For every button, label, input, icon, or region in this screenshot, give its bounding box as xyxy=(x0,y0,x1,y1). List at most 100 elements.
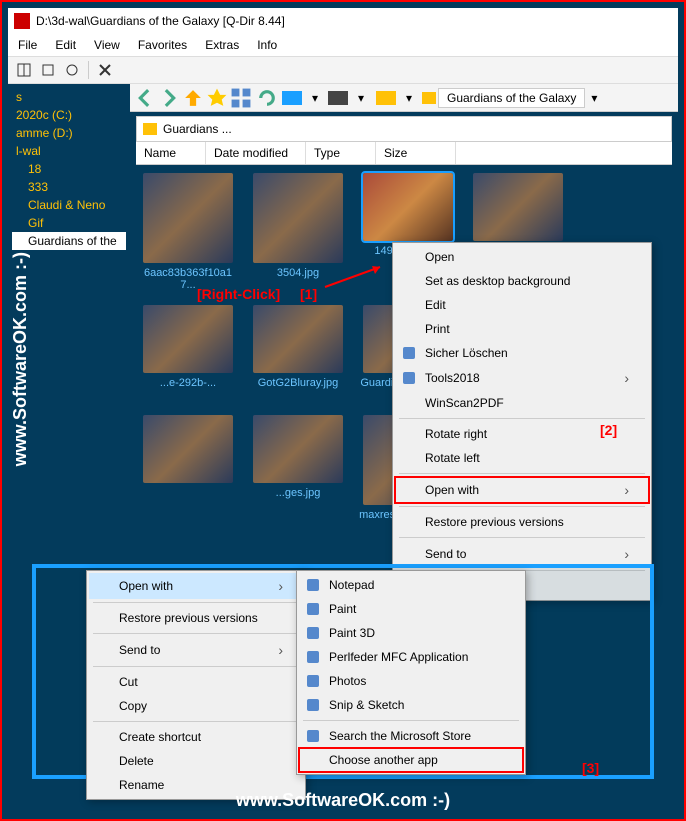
menu-item[interactable]: Send to xyxy=(89,637,303,663)
tree-item[interactable]: Claudi & Neno xyxy=(12,196,126,214)
menu-item[interactable]: Paint 3D xyxy=(299,621,523,645)
color-dark[interactable] xyxy=(328,91,348,105)
app-icon xyxy=(14,13,30,29)
tree-item[interactable]: 18 xyxy=(12,160,126,178)
folder-icon xyxy=(143,123,157,135)
thumbnail[interactable]: ...e-292b-... xyxy=(138,305,238,405)
menu-item[interactable]: Print xyxy=(395,317,649,341)
menu-item[interactable]: Tools2018 xyxy=(395,365,649,391)
menu-extras[interactable]: Extras xyxy=(205,38,239,52)
menu-item-label: Cut xyxy=(119,675,138,689)
menu-item-label: Restore previous versions xyxy=(425,515,564,529)
menu-item[interactable]: Copy xyxy=(89,694,303,718)
refresh-icon[interactable] xyxy=(256,87,278,109)
annotation-2: [2] xyxy=(600,422,617,438)
menu-favorites[interactable]: Favorites xyxy=(138,38,187,52)
menu-item[interactable]: Rotate left xyxy=(395,446,649,470)
menu-item[interactable]: Edit xyxy=(395,293,649,317)
menu-item-label: Print xyxy=(425,322,450,336)
dropdown-icon[interactable]: ▾ xyxy=(591,91,597,105)
annotation-1: [1] xyxy=(300,286,317,302)
menu-item[interactable]: Create shortcut xyxy=(89,725,303,749)
titlebar: D:\3d-wal\Guardians of the Galaxy [Q-Dir… xyxy=(8,8,678,34)
store-icon xyxy=(305,728,321,744)
menu-item-label: WinScan2PDF xyxy=(425,396,504,410)
menu-item-label: Copy xyxy=(119,699,147,713)
forward-icon[interactable] xyxy=(158,87,180,109)
color-yellow[interactable] xyxy=(376,91,396,105)
thumbnail-label xyxy=(138,487,238,515)
menu-item[interactable]: Delete xyxy=(89,749,303,773)
context-menu: Open with Restore previous versions Send t… xyxy=(86,570,306,800)
col-name[interactable]: Name xyxy=(136,142,206,164)
menubar: File Edit View Favorites Extras Info xyxy=(8,34,678,56)
menu-item[interactable]: Open xyxy=(395,245,649,269)
tool-icon[interactable] xyxy=(62,60,82,80)
menu-item-label: Search the Microsoft Store xyxy=(329,729,471,743)
app-icon xyxy=(305,649,321,665)
layout-icon[interactable] xyxy=(14,60,34,80)
tree-item[interactable]: 333 xyxy=(12,178,126,196)
menu-item-label: Tools2018 xyxy=(425,371,480,385)
menu-item-label: Rotate left xyxy=(425,451,480,465)
tree-item[interactable]: Gif xyxy=(12,214,126,232)
thumbnail[interactable]: ...ges.jpg xyxy=(248,415,348,537)
menu-item[interactable]: Perlfeder MFC Application xyxy=(299,645,523,669)
menu-item-label: Delete xyxy=(119,754,154,768)
menu-item[interactable]: Open with xyxy=(89,573,303,599)
thumbnail-label: GotG2Bluray.jpg xyxy=(248,377,348,405)
dropdown-icon[interactable]: ▾ xyxy=(304,87,326,109)
menu-item-label: Set as desktop background xyxy=(425,274,570,288)
tree-item[interactable]: s xyxy=(12,88,126,106)
menu-item[interactable]: Restore previous versions xyxy=(89,606,303,630)
menu-item-label: Notepad xyxy=(329,578,374,592)
dropdown-icon[interactable]: ▾ xyxy=(350,87,372,109)
menu-file[interactable]: File xyxy=(18,38,37,52)
col-date[interactable]: Date modified xyxy=(206,142,306,164)
folder-icon xyxy=(422,92,436,104)
breadcrumb-segment[interactable]: Guardians of the Galaxy xyxy=(438,88,585,108)
menu-view[interactable]: View xyxy=(94,38,120,52)
thumbnail[interactable] xyxy=(138,415,238,537)
view-icon[interactable] xyxy=(230,87,252,109)
menu-item[interactable]: Choose another app xyxy=(299,748,523,772)
menu-info[interactable]: Info xyxy=(257,38,277,52)
menu-item[interactable]: Set as desktop background xyxy=(395,269,649,293)
back-icon[interactable] xyxy=(134,87,156,109)
col-size[interactable]: Size xyxy=(376,142,456,164)
tree-item[interactable]: Guardians of the xyxy=(12,232,126,250)
tree-item[interactable]: 2020c (C:) xyxy=(12,106,126,124)
close-icon[interactable] xyxy=(95,60,115,80)
openwith-submenu: Notepad PaintPaint 3DPerlfeder MFC Applic… xyxy=(296,570,526,775)
photos-icon xyxy=(305,673,321,689)
dropdown-icon[interactable]: ▾ xyxy=(398,87,420,109)
menu-item[interactable]: Paint xyxy=(299,597,523,621)
breadcrumb[interactable]: Guardians ... xyxy=(136,116,672,142)
tree-item[interactable]: amme (D:) xyxy=(12,124,126,142)
tree-item[interactable]: l-wal xyxy=(12,142,126,160)
menu-item[interactable]: Notepad xyxy=(299,573,523,597)
menu-edit[interactable]: Edit xyxy=(55,38,76,52)
menu-item[interactable]: Search the Microsoft Store xyxy=(299,724,523,748)
menu-item-label: Snip & Sketch xyxy=(329,698,404,712)
menu-item[interactable]: WinScan2PDF xyxy=(395,391,649,415)
col-type[interactable]: Type xyxy=(306,142,376,164)
paint3d-icon xyxy=(305,625,321,641)
menu-item-label: Photos xyxy=(329,674,366,688)
menu-item[interactable]: Open with xyxy=(395,477,649,503)
arrow-icon xyxy=(320,262,390,292)
menu-item[interactable]: Cut xyxy=(89,670,303,694)
up-icon[interactable] xyxy=(182,87,204,109)
menu-item[interactable]: Sicher Löschen xyxy=(395,341,649,365)
thumbnail-image xyxy=(143,173,233,263)
thumbnail[interactable]: GotG2Bluray.jpg xyxy=(248,305,348,405)
annotation-rightclick: [Right-Click] xyxy=(197,286,280,302)
star-icon[interactable] xyxy=(206,87,228,109)
thumbnail-image xyxy=(363,173,453,241)
menu-item[interactable]: Restore previous versions xyxy=(395,510,649,534)
thumbnail[interactable]: 6aac83b363f10a17... xyxy=(138,173,238,295)
color-blue[interactable] xyxy=(282,91,302,105)
menu-item[interactable]: Snip & Sketch xyxy=(299,693,523,717)
menu-item[interactable]: Photos xyxy=(299,669,523,693)
tool-icon[interactable] xyxy=(38,60,58,80)
